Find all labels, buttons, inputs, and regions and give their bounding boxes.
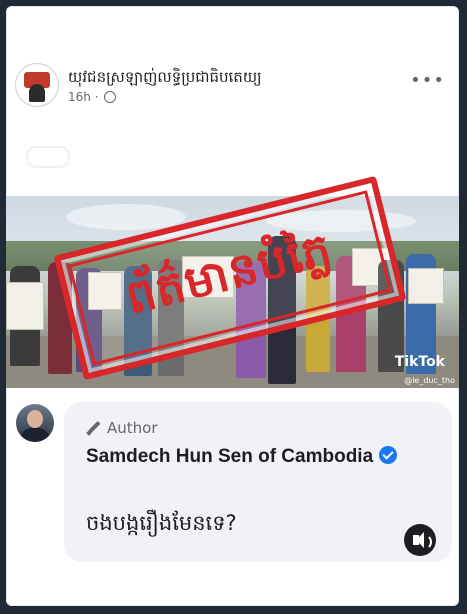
speaker-icon[interactable]	[404, 524, 436, 556]
pen-icon	[86, 420, 101, 435]
protest-sign	[6, 282, 44, 330]
stamp-text: ព័ត៌មានបំភ្លៃ	[120, 221, 338, 325]
post-time[interactable]: 16h ·	[68, 90, 99, 104]
page-name[interactable]: យុវជនស្រឡាញ់លទ្ធិប្រជាធិបតេយ្យ	[68, 68, 262, 90]
avatar-face-shape	[27, 410, 43, 428]
protest-sign	[408, 268, 444, 304]
author-badge-label: Author	[107, 419, 158, 437]
commenter-name[interactable]: Samdech Hun Sen of Cambodia	[86, 446, 373, 467]
verified-badge-icon	[379, 446, 398, 464]
faint-watermark	[26, 146, 70, 168]
globe-icon	[104, 91, 117, 103]
comment-text: ចងបង្ករឿងមែនទេ?	[86, 511, 237, 535]
speaker-wave	[424, 534, 432, 550]
speaker-cone	[416, 532, 424, 548]
post-meta: 16h ·	[68, 90, 117, 104]
comment-bubble: Author Samdech Hun Sen of Cambodia ចងបង្…	[64, 402, 452, 562]
tiktok-username: @le_duc_tho	[404, 376, 455, 385]
commenter-avatar[interactable]	[16, 404, 54, 442]
commenter-name-row: Samdech Hun Sen of Cambodia	[86, 446, 398, 468]
post-header: យុវជនស្រឡាញ់លទ្ធិប្រជាធិបតេយ្យ 16h · •••	[16, 64, 445, 114]
page-avatar[interactable]	[16, 64, 58, 106]
more-icon[interactable]: •••	[410, 70, 445, 91]
cloud	[66, 204, 186, 230]
avatar-suit-shape	[20, 428, 50, 442]
author-badge: Author	[86, 419, 158, 437]
tiktok-logo: TikTok	[394, 354, 445, 370]
post-card: យុវជនស្រឡាញ់លទ្ធិប្រជាធិបតេយ្យ 16h · •••…	[6, 6, 459, 606]
avatar-figure-shape	[29, 84, 45, 102]
